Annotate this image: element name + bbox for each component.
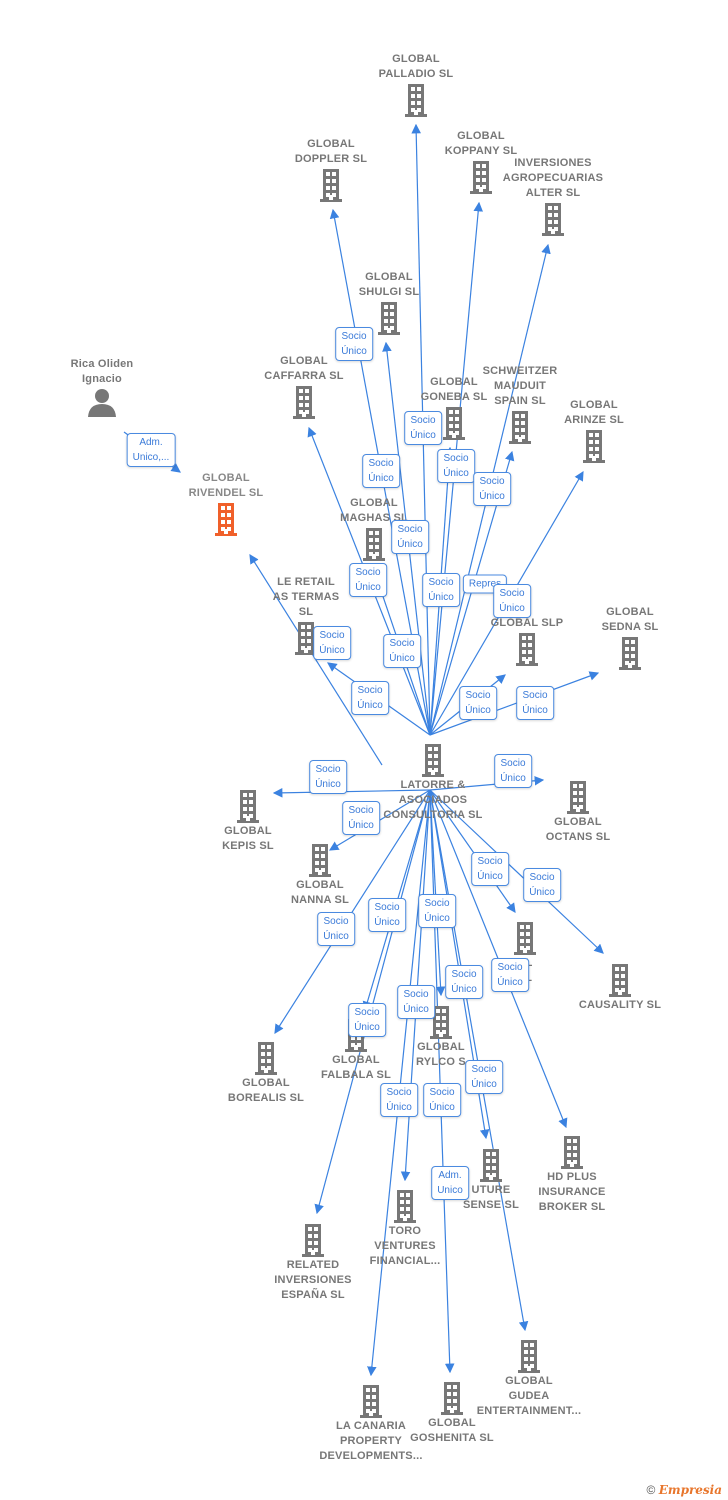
building-icon (376, 1004, 506, 1040)
building-icon (183, 788, 313, 824)
node-label: GLOBAL ARINZE SL (564, 399, 624, 426)
company-node[interactable]: RELATED INVERSIONES ESPAÑA SL (248, 1222, 378, 1303)
building-icon (161, 501, 291, 537)
edge-line (429, 671, 600, 736)
building-icon (255, 842, 385, 878)
relation-label[interactable]: Socio Único (351, 681, 389, 715)
relation-label[interactable]: Socio Único (494, 754, 532, 788)
network-diagram: © Empresia GLOBAL PALLADIO SL GLOBAL DOPP… (0, 0, 728, 1500)
relation-label[interactable]: Socio Único (309, 760, 347, 794)
relation-label[interactable]: Socio Único (422, 573, 460, 607)
building-icon (555, 962, 685, 998)
relation-label[interactable]: Socio Único (471, 852, 509, 886)
building-icon (239, 384, 369, 420)
company-node[interactable]: GLOBAL OCTANS SL (513, 779, 643, 845)
node-label: INVERSIONES AGROPECUARIAS ALTER SL (502, 157, 604, 199)
relation-label[interactable]: Socio Único (397, 985, 435, 1019)
relation-label[interactable]: Socio Único (491, 958, 529, 992)
building-icon (488, 201, 618, 237)
relation-label[interactable]: Adm. Unico (431, 1166, 469, 1200)
relation-label[interactable]: Socio Único (335, 327, 373, 361)
company-node[interactable]: GLOBAL PALLADIO SL (351, 52, 481, 118)
node-label: CAUSALITY SL (578, 999, 662, 1011)
relation-label[interactable]: Socio Único (516, 686, 554, 720)
building-icon (241, 620, 371, 656)
node-label: GLOBAL KOPPANY SL (444, 130, 518, 157)
person-icon (37, 387, 167, 417)
company-node[interactable]: GLOBAL SEDNA SL (565, 605, 695, 671)
relation-label[interactable]: Socio Único (342, 801, 380, 835)
relation-label[interactable]: Socio Único (459, 686, 497, 720)
building-icon (565, 635, 695, 671)
relation-label[interactable]: Socio Único (349, 563, 387, 597)
building-icon (351, 82, 481, 118)
relation-label[interactable]: Socio Único (465, 1060, 503, 1094)
building-icon (464, 1338, 594, 1374)
node-label: LATORRE & ASOCIADOS CONSULTORIA SL (383, 779, 483, 821)
relation-label[interactable]: Socio Único (445, 965, 483, 999)
center-company-node[interactable]: LATORRE & ASOCIADOS CONSULTORIA SL (368, 742, 498, 823)
footer-brand: © Empresia (646, 1483, 722, 1497)
company-node[interactable]: GLOBAL DOPPLER SL (266, 137, 396, 203)
node-label: GLOBAL NANNA SL (290, 879, 350, 906)
building-icon (248, 1222, 378, 1258)
relation-label[interactable]: Socio Único (437, 449, 475, 483)
relation-label[interactable]: Socio Único (523, 868, 561, 902)
company-node[interactable]: GLOBAL GOSHENITA SL (387, 1380, 517, 1446)
relation-label[interactable]: Socio Único (380, 1083, 418, 1117)
building-icon (368, 742, 498, 778)
node-label: RELATED INVERSIONES ESPAÑA SL (274, 1259, 352, 1301)
relation-label[interactable]: Socio Único (423, 1083, 461, 1117)
relation-label[interactable]: Socio Único (313, 626, 351, 660)
company-node[interactable]: GLOBAL ARINZE SL (529, 398, 659, 464)
node-label: GLOBAL RIVENDEL SL (188, 472, 264, 499)
relation-label[interactable]: Socio Único (368, 898, 406, 932)
building-icon (460, 920, 590, 956)
relation-label[interactable]: Socio Único (391, 520, 429, 554)
relation-label[interactable]: Socio Único (473, 472, 511, 506)
highlighted-company-node[interactable]: GLOBAL RIVENDEL SL (161, 471, 291, 537)
node-label: GLOBAL GOSHENITA SL (410, 1417, 494, 1444)
company-node[interactable]: GLOBAL NANNA SL (255, 842, 385, 908)
node-label: GLOBAL SHULGI SL (358, 271, 420, 298)
building-icon (387, 1380, 517, 1416)
node-label: Rica Oliden Ignacio (70, 358, 134, 385)
relation-label[interactable]: Socio Único (493, 584, 531, 618)
edge-line (429, 789, 455, 1374)
relation-label[interactable]: Socio Único (404, 411, 442, 445)
person-node[interactable]: Rica Oliden Ignacio (37, 357, 167, 417)
company-node[interactable]: GLOBAL CAFFARRA SL (239, 354, 369, 420)
relation-label[interactable]: Socio Único (317, 912, 355, 946)
node-label: GLOBAL PALLADIO SL (378, 53, 454, 80)
node-label: GLOBAL SEDNA SL (601, 606, 659, 633)
relation-label[interactable]: Adm. Unico,... (126, 433, 176, 467)
relation-label[interactable]: Socio Único (418, 894, 456, 928)
relation-label[interactable]: Socio Único (362, 454, 400, 488)
relation-label[interactable]: Socio Único (348, 1003, 386, 1037)
relation-label[interactable]: Socio Único (383, 634, 421, 668)
building-icon (266, 167, 396, 203)
building-icon (513, 779, 643, 815)
company-node[interactable]: INVERSIONES AGROPECUARIAS ALTER SL (488, 156, 618, 237)
node-label: GLOBAL OCTANS SL (545, 816, 611, 843)
node-label: GLOBAL DOPPLER SL (294, 138, 368, 165)
company-node[interactable]: CAUSALITY SL (555, 962, 685, 1013)
building-icon (529, 428, 659, 464)
